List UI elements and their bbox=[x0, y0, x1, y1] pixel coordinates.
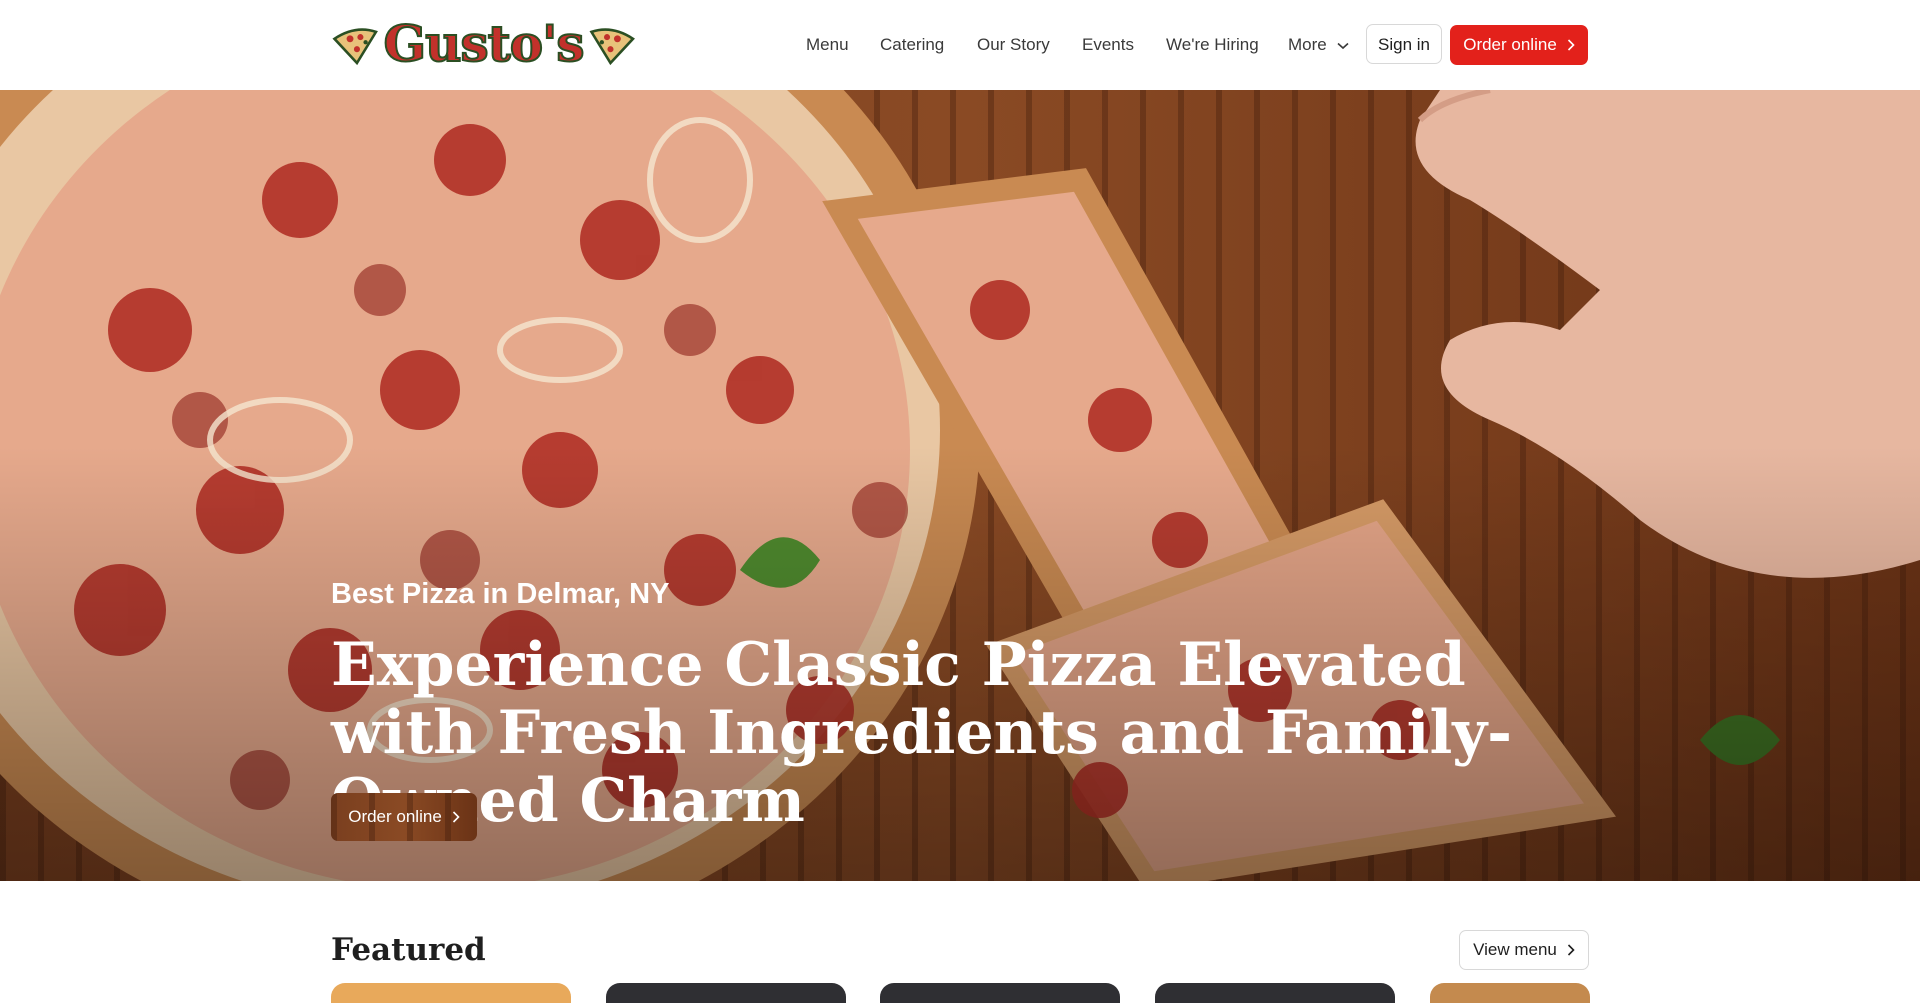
order-online-label: Order online bbox=[1463, 35, 1557, 54]
chevron-right-icon bbox=[1567, 944, 1575, 956]
hero-banner: Best Pizza in Delmar, NY Experience Clas… bbox=[0, 90, 1920, 881]
chevron-right-icon bbox=[452, 811, 460, 823]
nav-item-our-story[interactable]: Our Story bbox=[977, 24, 1050, 66]
chevron-down-icon bbox=[1337, 42, 1350, 49]
hero-order-online-button[interactable]: Order online bbox=[331, 793, 477, 841]
featured-item-card[interactable] bbox=[331, 983, 571, 1003]
nav-item-more-label: More bbox=[1288, 35, 1327, 54]
main-nav: Menu Catering Our Story Events We're Hir… bbox=[0, 24, 1920, 66]
featured-item-card[interactable] bbox=[606, 983, 846, 1003]
chevron-right-icon bbox=[1567, 39, 1575, 51]
view-menu-button[interactable]: View menu bbox=[1459, 930, 1589, 970]
nav-item-catering[interactable]: Catering bbox=[880, 24, 944, 66]
view-menu-label: View menu bbox=[1473, 940, 1557, 959]
nav-item-menu[interactable]: Menu bbox=[806, 24, 849, 66]
sign-in-button[interactable]: Sign in bbox=[1366, 24, 1442, 64]
featured-item-card[interactable] bbox=[880, 983, 1120, 1003]
hero-title: Experience Classic Pizza Elevated with F… bbox=[331, 630, 1513, 836]
featured-heading: Featured bbox=[331, 932, 486, 968]
hero-order-online-label: Order online bbox=[348, 807, 442, 826]
nav-item-were-hiring[interactable]: We're Hiring bbox=[1166, 24, 1259, 66]
nav-item-events[interactable]: Events bbox=[1082, 24, 1134, 66]
order-online-button[interactable]: Order online bbox=[1450, 25, 1588, 65]
featured-item-card[interactable] bbox=[1430, 983, 1590, 1003]
site-header: Gusto's Menu Catering Our Story Events W… bbox=[0, 0, 1920, 90]
hero-subtitle: Best Pizza in Delmar, NY bbox=[331, 578, 670, 610]
featured-item-card[interactable] bbox=[1155, 983, 1395, 1003]
nav-item-more[interactable]: More bbox=[1288, 24, 1350, 66]
